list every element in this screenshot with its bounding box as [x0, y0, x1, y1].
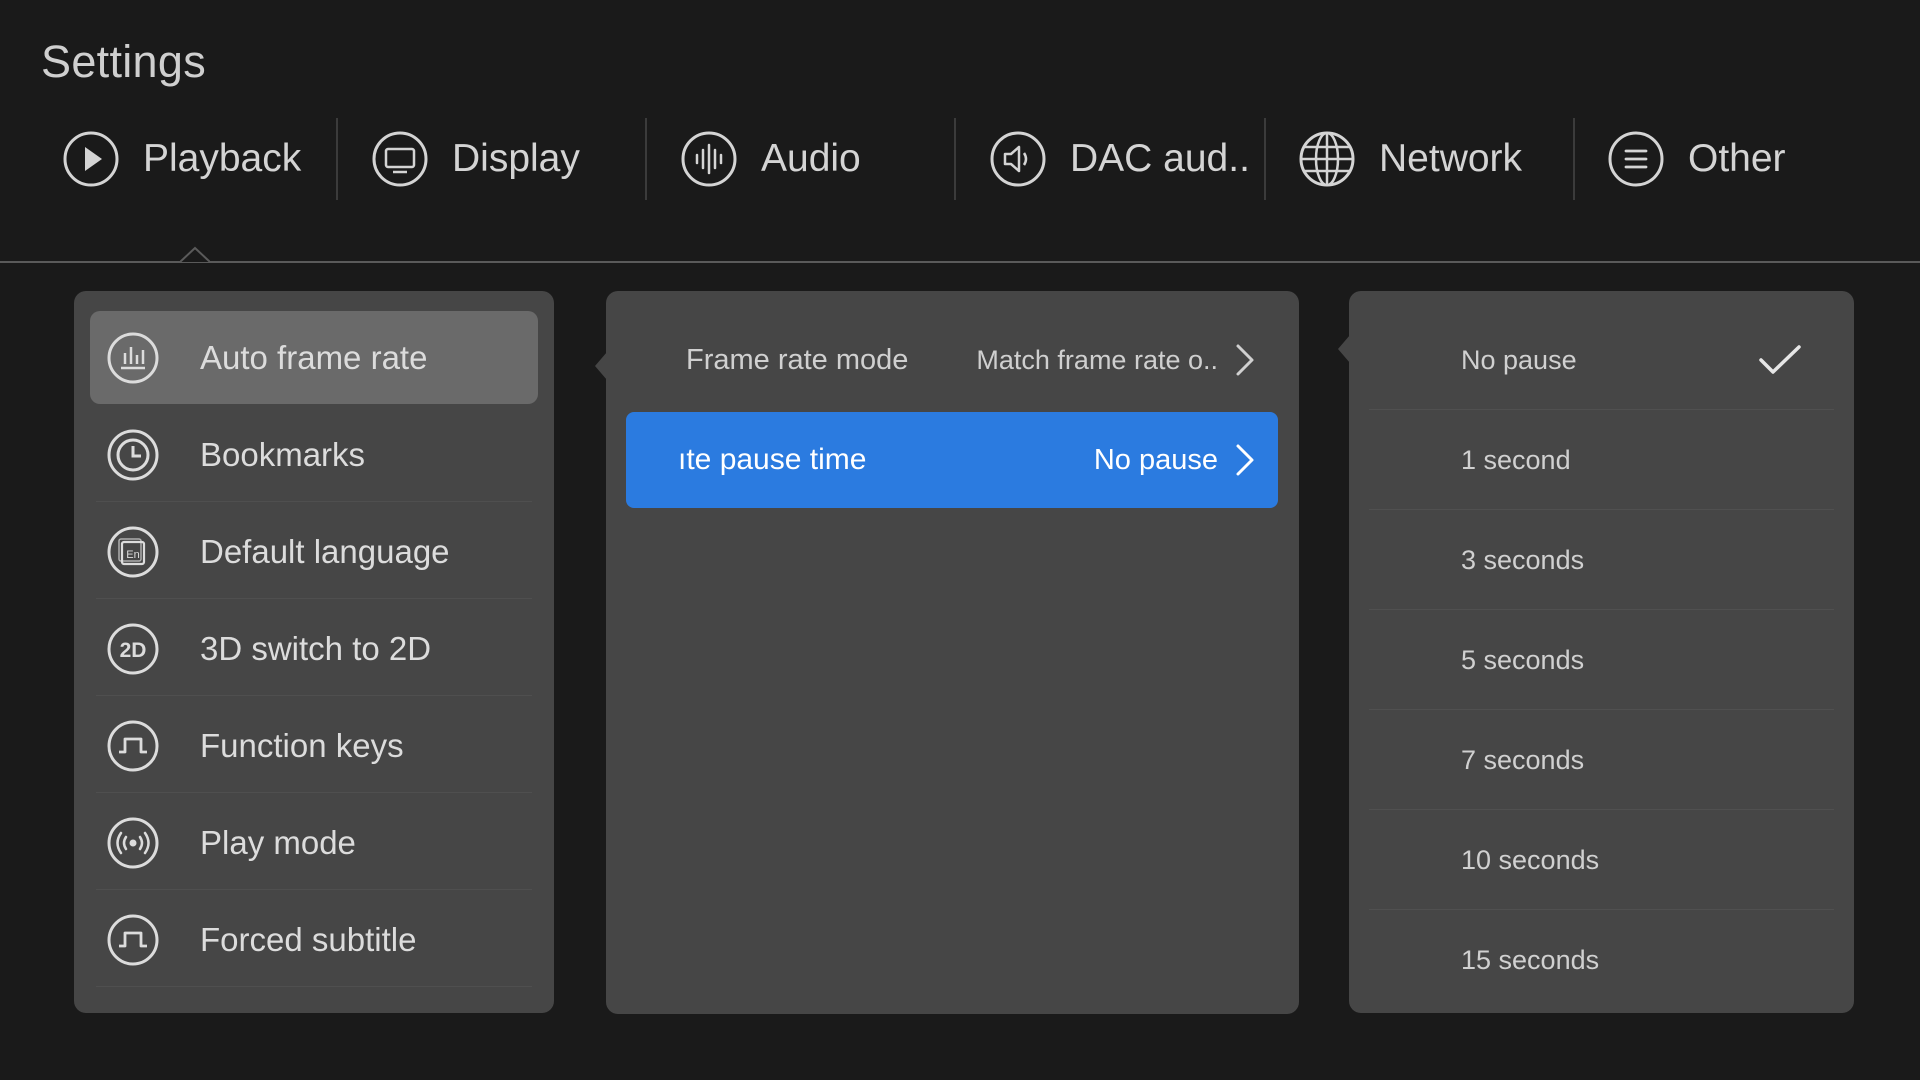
tab-display[interactable]: Display — [371, 118, 580, 200]
divider — [96, 986, 532, 987]
option-no-pause[interactable]: No pause — [1369, 310, 1834, 410]
option-label: 10 seconds — [1461, 844, 1600, 875]
tab-label: Network — [1379, 137, 1523, 180]
option-1-second[interactable]: 1 second — [1369, 410, 1834, 510]
tab-divider — [645, 118, 647, 200]
audio-waveform-icon — [680, 130, 738, 188]
option-10-seconds[interactable]: 10 seconds — [1369, 810, 1834, 910]
menu-item-forced-subtitle[interactable]: Forced subtitle — [90, 893, 538, 987]
row-label: ıte pause time — [678, 443, 867, 476]
clock-icon — [106, 428, 160, 482]
menu-item-label: Forced subtitle — [200, 920, 417, 958]
tab-divider — [954, 118, 956, 200]
tab-label: Audio — [761, 137, 861, 180]
menu-item-label: Default language — [200, 532, 450, 570]
menu-item-label: 3D switch to 2D — [200, 629, 432, 667]
menu-item-3d-switch-to-2d[interactable]: 2D 3D switch to 2D — [90, 602, 538, 696]
menu-lines-icon — [1607, 130, 1665, 188]
svg-text:En: En — [126, 549, 139, 561]
language-icon: En — [106, 525, 160, 579]
menu-item-label: Play mode — [200, 823, 356, 861]
tab-underline — [0, 261, 1920, 263]
option-label: 7 seconds — [1461, 744, 1585, 775]
option-label: 15 seconds — [1461, 944, 1600, 975]
page-title: Settings — [41, 36, 206, 87]
divider — [96, 792, 532, 793]
row-frame-rate-mode[interactable]: Frame rate mode Match frame rate o.. — [626, 312, 1278, 408]
checkmark-icon — [1758, 343, 1802, 377]
tab-dac-audio[interactable]: DAC aud.. — [989, 118, 1250, 200]
tab-divider — [1264, 118, 1266, 200]
menu-item-function-keys[interactable]: Function keys — [90, 699, 538, 793]
row-label: Frame rate mode — [686, 343, 909, 376]
option-label: No pause — [1461, 344, 1577, 375]
speaker-icon — [989, 130, 1047, 188]
tab-label: Playback — [143, 137, 302, 180]
divider — [96, 598, 532, 599]
svg-text:2D: 2D — [120, 639, 147, 662]
tab-playback[interactable]: Playback — [62, 118, 301, 200]
option-3-seconds[interactable]: 3 seconds — [1369, 510, 1834, 610]
menu-item-default-language[interactable]: En Default language — [90, 505, 538, 599]
option-label: 3 seconds — [1461, 544, 1585, 575]
globe-icon — [1298, 130, 1356, 188]
setting-detail-panel: Frame rate mode Match frame rate o.. ıte… — [606, 291, 1299, 1014]
menu-item-auto-frame-rate[interactable]: Auto frame rate — [90, 311, 538, 404]
tab-label: Display — [452, 137, 580, 180]
settings-screen: Settings Playback Display Audio DAC aud.… — [0, 0, 1920, 1080]
menu-item-bookmarks[interactable]: Bookmarks — [90, 408, 538, 502]
2d-icon: 2D — [106, 622, 160, 676]
option-label: 1 second — [1461, 444, 1571, 475]
row-value: No pause — [1093, 443, 1218, 476]
chevron-right-icon — [1234, 442, 1256, 478]
options-panel: No pause 1 second 3 seconds 5 seconds 7 … — [1349, 291, 1854, 1013]
chevron-right-icon — [1234, 342, 1256, 378]
tab-label: DAC aud.. — [1070, 137, 1250, 180]
divider — [96, 695, 532, 696]
tab-other[interactable]: Other — [1607, 118, 1786, 200]
monitor-icon — [371, 130, 429, 188]
selected-tab-indicator — [179, 246, 211, 263]
option-label: 5 seconds — [1461, 644, 1585, 675]
settings-category-list: Auto frame rate Bookmarks En Default lan… — [74, 291, 554, 1013]
tab-network[interactable]: Network — [1298, 118, 1522, 200]
play-circle-icon — [62, 130, 120, 188]
menu-item-label: Bookmarks — [200, 435, 366, 473]
tab-label: Other — [1688, 137, 1786, 180]
divider — [96, 889, 532, 890]
tab-divider — [1573, 118, 1575, 200]
bar-chart-icon — [106, 331, 160, 385]
option-15-seconds[interactable]: 15 seconds — [1369, 910, 1834, 1010]
menu-item-play-mode[interactable]: Play mode — [90, 796, 538, 890]
pulse-icon — [106, 913, 160, 967]
tab-audio[interactable]: Audio — [680, 118, 861, 200]
broadcast-icon — [106, 816, 160, 870]
option-7-seconds[interactable]: 7 seconds — [1369, 710, 1834, 810]
row-value: Match frame rate o.. — [976, 344, 1218, 375]
row-pause-time[interactable]: ıte pause time No pause — [626, 412, 1278, 508]
option-5-seconds[interactable]: 5 seconds — [1369, 610, 1834, 710]
divider — [96, 501, 532, 502]
pulse-icon — [106, 719, 160, 773]
tab-divider — [336, 118, 338, 200]
menu-item-label: Auto frame rate — [200, 338, 428, 376]
tab-bar: Playback Display Audio DAC aud.. Network… — [0, 118, 1920, 200]
menu-item-label: Function keys — [200, 726, 404, 764]
